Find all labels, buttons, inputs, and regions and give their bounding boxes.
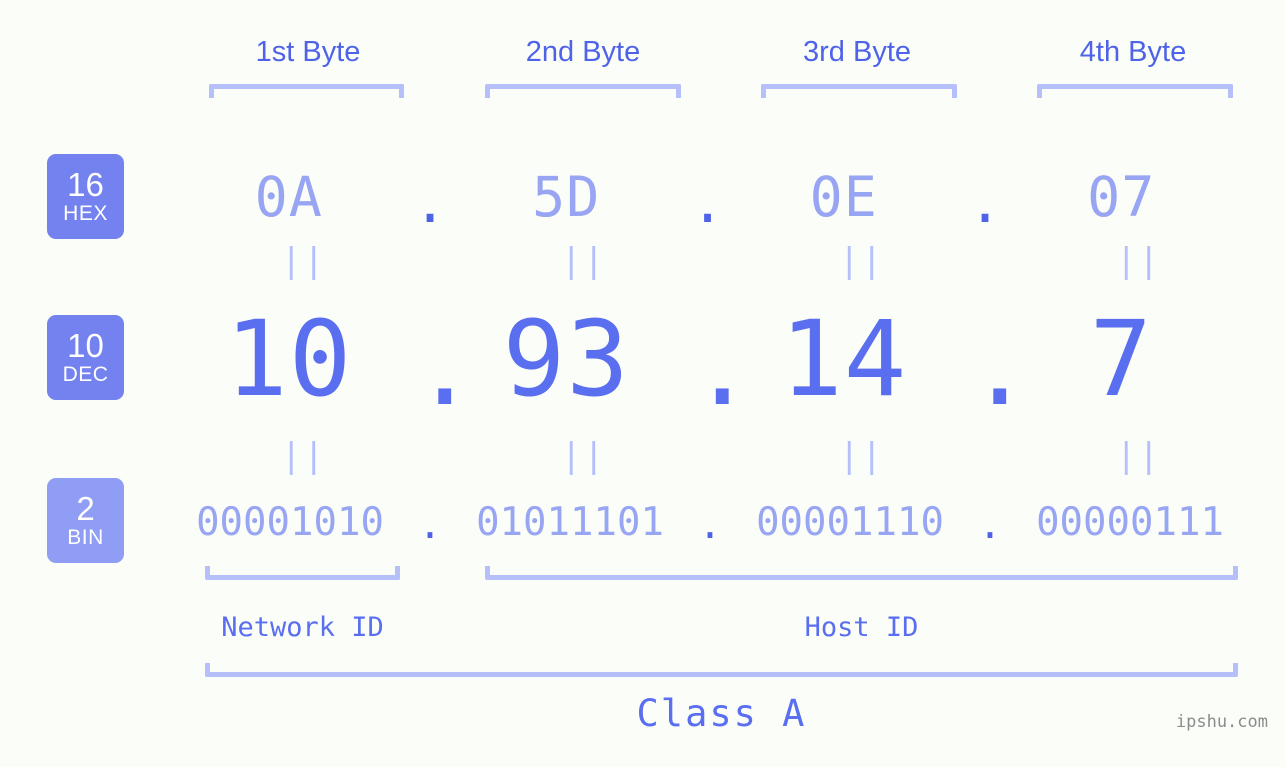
- bin-byte-2: 01011101: [476, 499, 664, 545]
- byte-header-1: 1st Byte: [255, 36, 361, 68]
- dec-value-row: 10 . 93 . 14 . 7: [150, 298, 1260, 429]
- base-badge-dec: 10 DEC: [47, 315, 124, 400]
- byte-bracket-4: [1037, 84, 1233, 98]
- equals-mark-hex-dec-1: ||: [281, 241, 326, 281]
- equals-mark-dec-bin-3: ||: [839, 436, 884, 476]
- equals-mark-dec-bin-2: ||: [561, 436, 606, 476]
- site-watermark: ipshu.com: [1175, 712, 1268, 732]
- bin-value-row: 00001010 . 01011101 . 00001110 . 0000011…: [150, 492, 1270, 552]
- equals-mark-hex-dec-3: ||: [839, 241, 884, 281]
- bin-byte-1: 00001010: [196, 499, 384, 545]
- base-badge-dec-name: DEC: [62, 362, 109, 386]
- base-badge-hex-number: 16: [67, 165, 104, 203]
- byte-header-4: 4th Byte: [1079, 36, 1187, 68]
- host-id-label: Host ID: [804, 612, 919, 643]
- byte-bracket-3: [761, 84, 957, 98]
- base-badge-bin-name: BIN: [67, 525, 104, 549]
- ip-address-breakdown-diagram: 1st Byte 2nd Byte 3rd Byte 4th Byte 16 H…: [0, 0, 1285, 767]
- dec-byte-1: 10: [225, 298, 353, 420]
- hex-byte-1: 0A: [254, 165, 323, 229]
- class-label: Class A: [636, 692, 807, 735]
- network-id-bracket: [205, 566, 400, 580]
- byte-header-3: 3rd Byte: [803, 36, 911, 68]
- hex-byte-4: 07: [1087, 165, 1156, 229]
- hex-byte-3: 0E: [809, 165, 878, 229]
- base-badge-bin: 2 BIN: [47, 478, 124, 563]
- bin-byte-4: 00000111: [1036, 499, 1224, 545]
- equals-mark-hex-dec-4: ||: [1116, 241, 1161, 281]
- hex-value-row: 0A . 5D . 0E . 07: [150, 152, 1260, 242]
- byte-bracket-2: [485, 84, 681, 98]
- bin-byte-3: 00001110: [756, 499, 944, 545]
- class-bracket: [205, 663, 1238, 677]
- equals-mark-dec-bin-4: ||: [1116, 436, 1161, 476]
- network-id-label: Network ID: [221, 612, 384, 643]
- equals-mark-dec-bin-1: ||: [281, 436, 326, 476]
- hex-byte-2: 5D: [532, 165, 601, 229]
- byte-header-2: 2nd Byte: [525, 36, 641, 68]
- equals-mark-hex-dec-2: ||: [561, 241, 606, 281]
- base-badge-hex: 16 HEX: [47, 154, 124, 239]
- base-badge-hex-name: HEX: [63, 201, 108, 225]
- byte-bracket-1: [209, 84, 404, 98]
- base-badge-bin-number: 2: [76, 489, 95, 527]
- base-badge-dec-number: 10: [67, 326, 104, 364]
- host-id-bracket: [485, 566, 1238, 580]
